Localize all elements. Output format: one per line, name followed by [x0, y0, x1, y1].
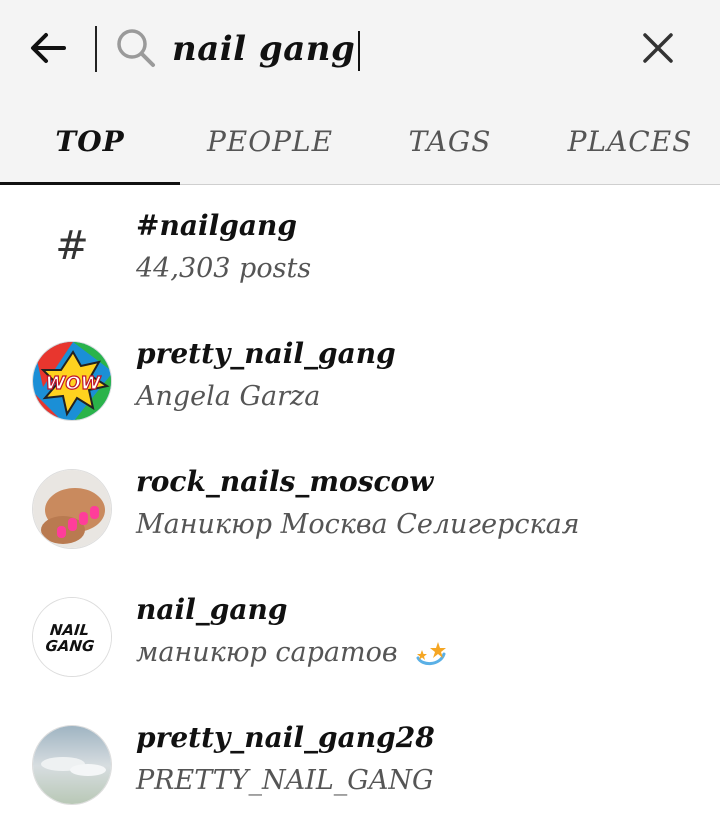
result-row-user[interactable]: pretty_nail_gang28 PRETTY_NAIL_GANG	[0, 697, 720, 825]
result-title: #nailgang	[136, 209, 297, 242]
back-arrow-icon[interactable]	[26, 26, 70, 70]
nail-gang-logo-avatar: NAIL GANG	[32, 597, 112, 677]
result-title: nail_gang	[136, 593, 288, 626]
search-query-text: nail gang	[172, 29, 356, 69]
sky-clouds-avatar	[32, 725, 112, 805]
svg-text:WOW: WOW	[45, 373, 101, 394]
result-title: rock_nails_moscow	[136, 465, 434, 498]
tab-top-label: TOP	[55, 124, 125, 158]
avatar-logo-text-2: GANG	[45, 637, 96, 655]
result-row-user[interactable]: NAIL GANG nail_gang маникюр саратов	[0, 569, 720, 697]
result-subtitle: Angela Garza	[136, 381, 321, 412]
tab-places-label: PLACES	[567, 124, 693, 158]
close-icon[interactable]	[636, 26, 680, 70]
tab-people-label: PEOPLE	[206, 124, 334, 158]
result-subtitle-wrap: маникюр саратов	[136, 637, 448, 668]
result-subtitle: маникюр саратов	[136, 637, 398, 668]
result-subtitle: 44,303 posts	[136, 253, 312, 284]
result-row-user[interactable]: rock_nails_moscow Маникюр Москва Селигер…	[0, 441, 720, 569]
result-subtitle: PRETTY_NAIL_GANG	[136, 765, 434, 796]
search-header: nail gang	[0, 0, 720, 98]
search-icon	[117, 29, 155, 67]
tab-top[interactable]: TOP	[0, 98, 180, 185]
hashtag-icon: #	[55, 223, 89, 269]
tab-tags-label: TAGS	[408, 124, 492, 158]
search-tabs: TOP PEOPLE TAGS PLACES	[0, 98, 720, 185]
header-divider	[95, 26, 97, 72]
tab-places[interactable]: PLACES	[540, 98, 720, 184]
result-title: pretty_nail_gang	[136, 337, 396, 370]
search-input[interactable]: nail gang	[172, 24, 602, 74]
result-row-user[interactable]: WOW pretty_nail_gang Angela Garza	[0, 313, 720, 441]
result-subtitle: Маникюр Москва Селигерская	[136, 509, 580, 540]
tab-people[interactable]: PEOPLE	[180, 98, 360, 184]
pink-nails-hand-avatar	[32, 469, 112, 549]
wow-comic-avatar: WOW	[32, 341, 112, 421]
dizzy-stars-icon	[416, 641, 447, 665]
result-row-hashtag[interactable]: # #nailgang 44,303 posts	[0, 185, 720, 313]
result-title: pretty_nail_gang28	[136, 721, 435, 754]
text-caret	[358, 31, 361, 71]
tab-tags[interactable]: TAGS	[360, 98, 540, 184]
